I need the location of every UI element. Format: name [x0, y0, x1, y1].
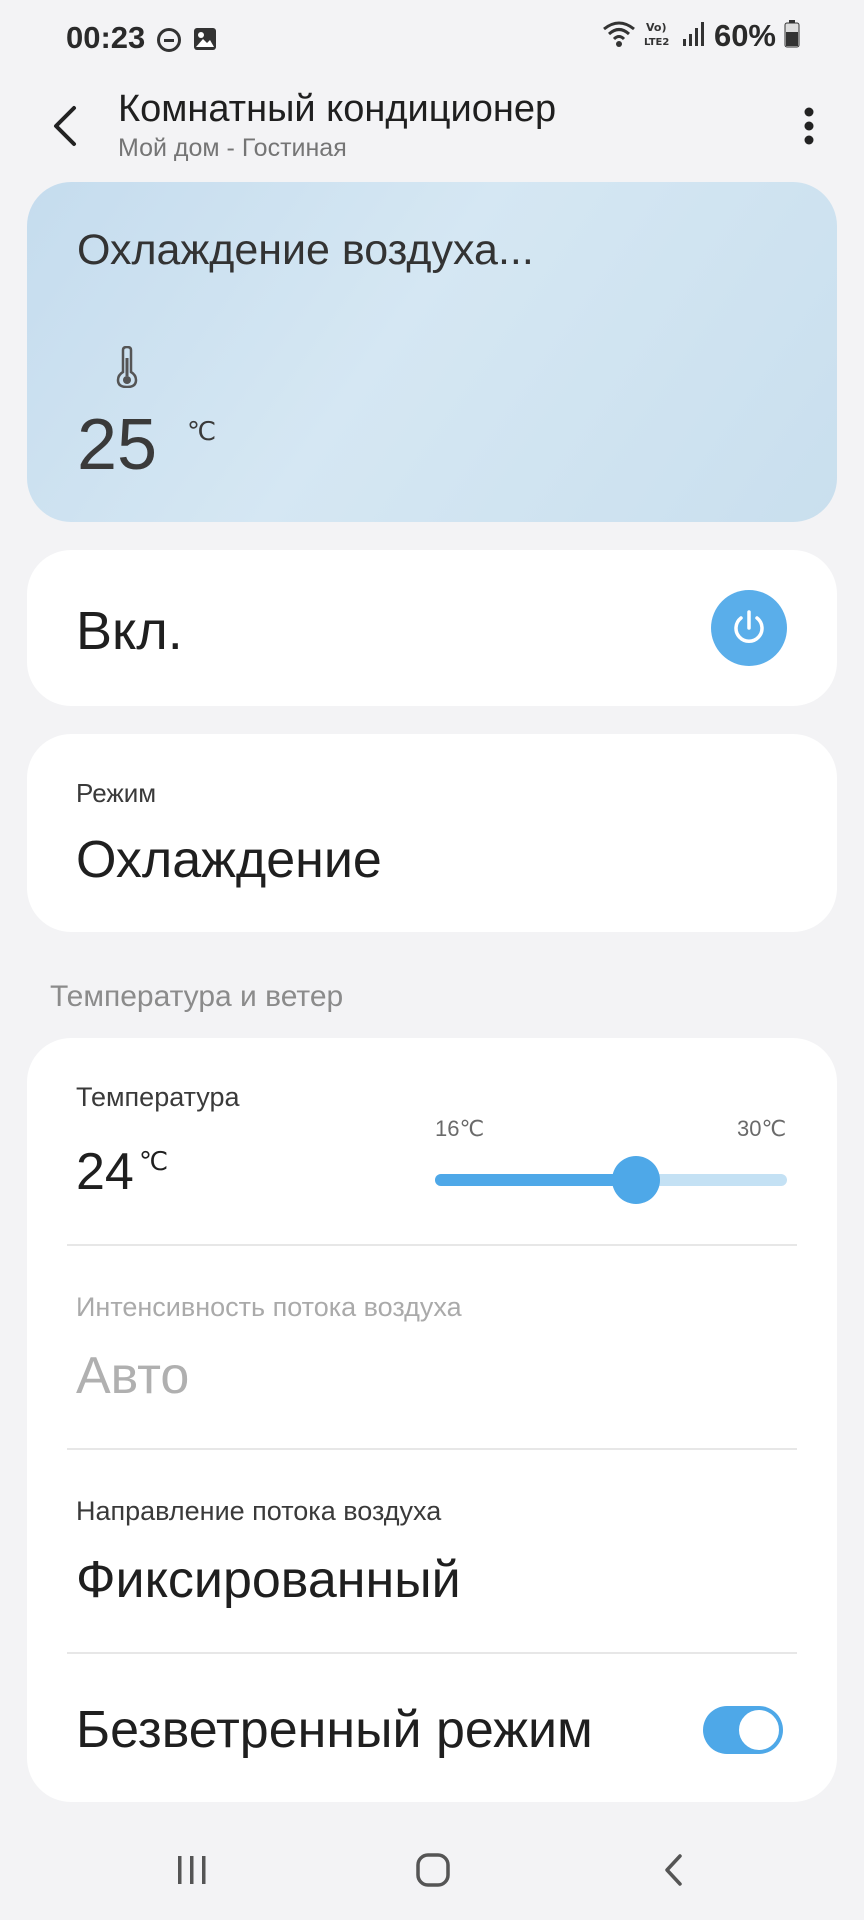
home-button[interactable]	[393, 1840, 473, 1900]
temperature-slider[interactable]	[435, 1156, 787, 1204]
navigation-bar	[0, 1820, 864, 1920]
section-header: Температура и ветер	[50, 980, 344, 1013]
mode-value: Охлаждение	[76, 831, 382, 889]
airflow-label: Интенсивность потока воздуха	[76, 1292, 462, 1322]
temperature-wind-card: Температура 24 ℃ 16℃ 30℃ Интенсивность п…	[27, 1038, 837, 1802]
device-status-card: Охлаждение воздуха... 25 ℃	[27, 182, 837, 522]
nav-back-button[interactable]	[634, 1840, 714, 1900]
divider	[67, 1244, 797, 1246]
do-not-disturb-icon	[157, 28, 181, 52]
home-icon	[416, 1853, 450, 1887]
battery-icon	[784, 19, 800, 53]
divider	[67, 1652, 797, 1654]
mode-card[interactable]: Режим Охлаждение	[27, 734, 837, 932]
power-icon	[734, 610, 764, 643]
slider-min-label: 16℃	[435, 1116, 485, 1141]
svg-text:LTE2: LTE2	[644, 37, 669, 48]
recent-apps-icon	[178, 1856, 206, 1884]
thermometer-icon	[115, 345, 139, 393]
slider-max-label: 30℃	[737, 1116, 787, 1141]
nav-back-icon	[665, 1854, 682, 1886]
battery-percent: 60%	[713, 18, 776, 53]
slider-fill	[435, 1174, 636, 1186]
title-block: Комнатный кондиционер Мой дом - Гостиная	[118, 86, 556, 164]
current-temperature: 25	[77, 405, 158, 485]
more-vertical-icon	[804, 107, 814, 145]
page-title: Комнатный кондиционер	[118, 88, 557, 130]
windless-label: Безветренный режим	[76, 1701, 593, 1759]
slider-thumb[interactable]	[612, 1156, 660, 1204]
wifi-icon	[602, 19, 636, 54]
app-bar: Комнатный кондиционер Мой дом - Гостиная	[0, 80, 864, 180]
svg-text:Vo): Vo)	[646, 21, 667, 34]
divider	[67, 1448, 797, 1450]
airflow-value[interactable]: Авто	[76, 1346, 189, 1406]
power-state-label: Вкл.	[76, 601, 183, 661]
more-options-button[interactable]	[784, 96, 834, 156]
signal-icon	[682, 21, 706, 52]
device-status-text: Охлаждение воздуха...	[77, 226, 534, 274]
status-time: 00:23	[66, 20, 146, 55]
screen: 00:23 Vo) LTE2 60% Комнатный кондиционер…	[0, 0, 864, 1920]
page-subtitle: Мой дом - Гостиная	[118, 134, 347, 162]
temperature-label: Температура	[76, 1082, 240, 1112]
status-bar: 00:23 Vo) LTE2 60%	[0, 0, 864, 80]
target-temperature: 24	[76, 1143, 134, 1201]
direction-label: Направление потока воздуха	[76, 1496, 442, 1526]
target-temperature-unit: ℃	[139, 1146, 169, 1176]
direction-value[interactable]: Фиксированный	[76, 1550, 461, 1610]
gallery-icon	[193, 27, 217, 56]
recent-apps-button[interactable]	[152, 1840, 232, 1900]
power-card[interactable]: Вкл.	[27, 550, 837, 706]
mode-label: Режим	[76, 778, 157, 808]
back-arrow-icon	[54, 106, 76, 146]
current-temperature-unit: ℃	[187, 416, 217, 446]
power-button[interactable]	[711, 590, 787, 666]
volte-icon: Vo) LTE2	[644, 19, 674, 54]
toggle-knob	[737, 1708, 781, 1752]
status-right: Vo) LTE2 60%	[602, 18, 800, 54]
windless-toggle[interactable]	[703, 1706, 783, 1754]
back-button[interactable]	[40, 96, 90, 156]
